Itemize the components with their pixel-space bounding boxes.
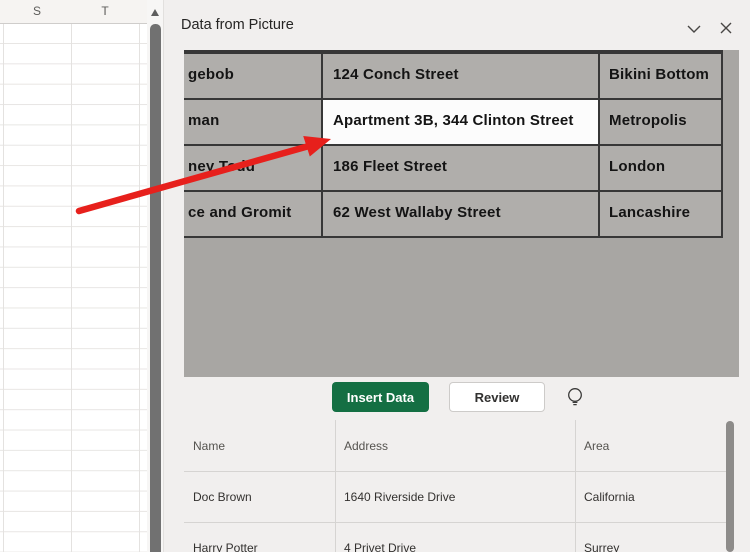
preview-table: gebob 124 Conch Street Bikini Bottom man…	[184, 50, 723, 238]
results-table: Name Address Area Doc Brown 1640 Riversi…	[184, 420, 734, 552]
preview-area-cell: Metropolis	[600, 100, 723, 144]
preview-address-cell: 124 Conch Street	[323, 54, 600, 98]
column-header-t[interactable]: T	[71, 4, 139, 18]
column-header-row: S T	[0, 0, 147, 24]
collapse-pane-button[interactable]	[682, 16, 706, 40]
results-header-area: Area	[576, 420, 734, 472]
results-area-cell: Surrey	[576, 523, 734, 552]
picture-preview: gebob 124 Conch Street Bikini Bottom man…	[184, 50, 739, 377]
results-scrollbar[interactable]	[726, 421, 734, 552]
results-row: Doc Brown 1640 Riverside Drive Californi…	[184, 472, 734, 523]
column-header-s[interactable]: S	[3, 4, 71, 18]
results-header-row: Name Address Area	[184, 420, 734, 472]
spreadsheet-grid[interactable]: S T	[0, 0, 147, 552]
insert-data-button[interactable]: Insert Data	[332, 382, 429, 412]
preview-row: ney Todd 186 Fleet Street London	[184, 146, 723, 192]
preview-area-cell: Lancashire	[600, 192, 723, 236]
scrollbar-thumb[interactable]	[150, 24, 161, 552]
review-button[interactable]: Review	[449, 382, 545, 412]
spreadsheet-cells[interactable]	[0, 24, 147, 552]
results-name-cell: Doc Brown	[184, 472, 336, 523]
close-icon	[714, 16, 738, 40]
grid-column-line	[3, 0, 4, 552]
scroll-up-icon[interactable]	[151, 9, 159, 16]
results-header-name: Name	[184, 420, 336, 472]
preview-name-cell: man	[184, 100, 323, 144]
preview-name-cell: ney Todd	[184, 146, 323, 190]
preview-area-cell: London	[600, 146, 723, 190]
close-pane-button[interactable]	[714, 16, 738, 40]
preview-address-cell: 62 West Wallaby Street	[323, 192, 600, 236]
results-address-cell: 4 Privet Drive	[336, 523, 576, 552]
data-from-picture-pane: Data from Picture gebob 124 Conch Street…	[163, 0, 750, 552]
results-address-cell: 1640 Riverside Drive	[336, 472, 576, 523]
preview-row: gebob 124 Conch Street Bikini Bottom	[184, 54, 723, 100]
grid-column-line	[71, 0, 72, 552]
preview-row: ce and Gromit 62 West Wallaby Street Lan…	[184, 192, 723, 238]
results-header-address: Address	[336, 420, 576, 472]
preview-name-cell: gebob	[184, 54, 323, 98]
preview-address-cell: 186 Fleet Street	[323, 146, 600, 190]
results-row: Harry Potter 4 Privet Drive Surrey	[184, 523, 734, 552]
results-area-cell: California	[576, 472, 734, 523]
tips-button[interactable]	[564, 385, 588, 411]
chevron-down-icon	[682, 16, 706, 40]
results-name-cell: Harry Potter	[184, 523, 336, 552]
grid-column-line	[139, 0, 140, 552]
sheet-vertical-scrollbar[interactable]	[147, 0, 163, 552]
pane-title: Data from Picture	[181, 17, 294, 33]
app-window: S T Data from Picture gebob 124 Conch St…	[0, 0, 750, 552]
lightbulb-icon	[564, 385, 588, 411]
preview-highlighted-cell: Apartment 3B, 344 Clinton Street	[323, 100, 600, 144]
preview-area-cell: Bikini Bottom	[600, 54, 723, 98]
preview-name-cell: ce and Gromit	[184, 192, 323, 236]
preview-row: man Apartment 3B, 344 Clinton Street Met…	[184, 100, 723, 146]
